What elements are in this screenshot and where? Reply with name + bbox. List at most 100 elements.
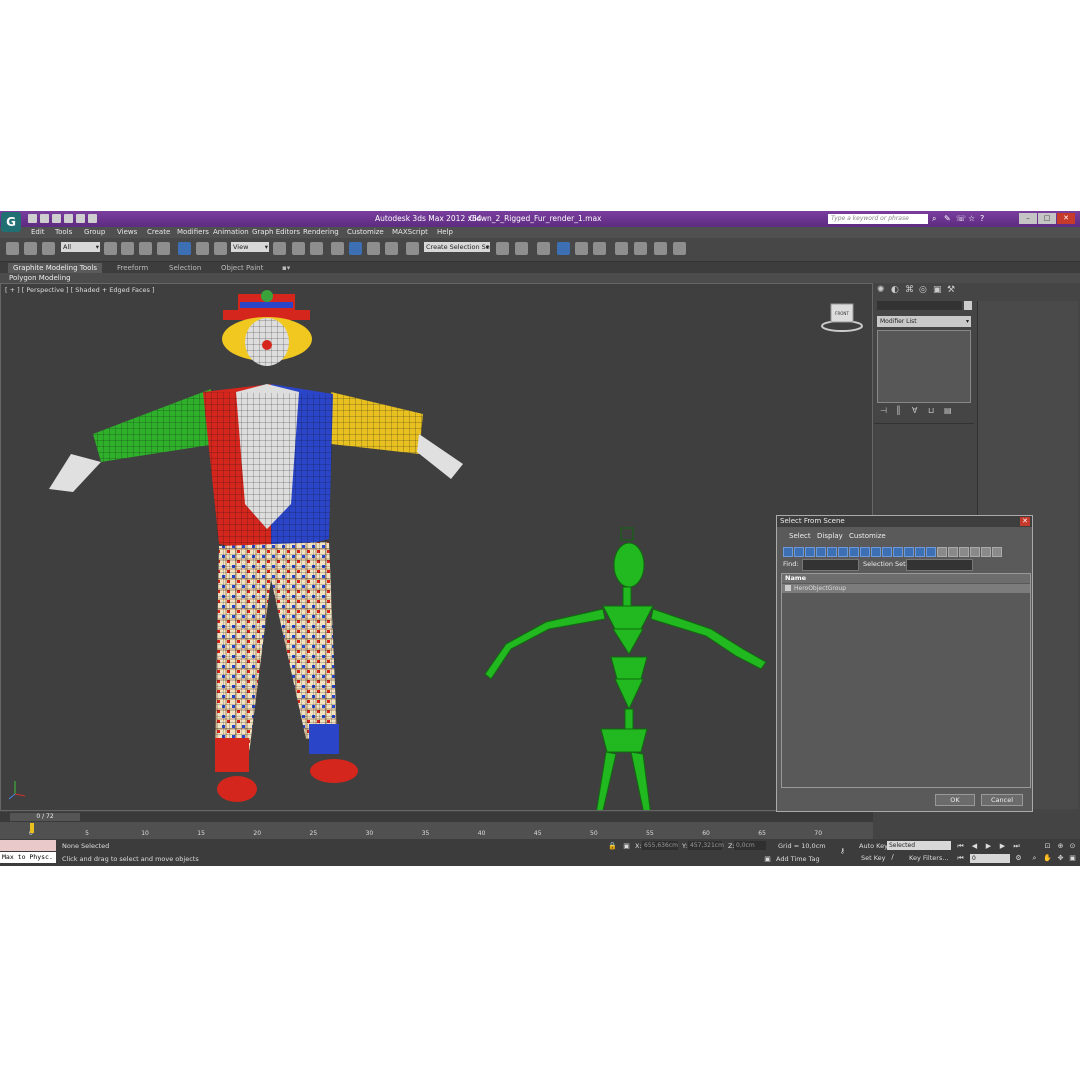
object-name-field[interactable]: [877, 301, 962, 310]
render-teapot-icon[interactable]: [673, 242, 686, 255]
z-coordinate-field[interactable]: 0,0cm: [734, 841, 766, 850]
maxscript-mini-listener[interactable]: Max to Physc.: [0, 852, 56, 863]
tab-selection[interactable]: Selection: [169, 263, 201, 273]
ribbon-options-icon[interactable]: ▪▾: [282, 263, 290, 273]
make-unique-icon[interactable]: ∀: [912, 406, 922, 415]
find-input[interactable]: [802, 559, 859, 571]
project-folder-icon[interactable]: [88, 214, 97, 223]
menu-create[interactable]: Create: [147, 228, 170, 236]
menu-help[interactable]: Help: [437, 228, 453, 236]
motion-tab-icon[interactable]: ◎: [919, 285, 929, 295]
render-setup-icon[interactable]: [634, 242, 647, 255]
field-of-view-icon[interactable]: ⊕: [1056, 842, 1065, 851]
display-children-icon[interactable]: [970, 547, 980, 557]
minimize-button[interactable]: –: [1019, 213, 1037, 224]
viewcube[interactable]: FRONT: [821, 303, 863, 332]
menu-modifiers[interactable]: Modifiers: [177, 228, 209, 236]
unlink-icon[interactable]: [24, 242, 37, 255]
ok-button[interactable]: OK: [935, 794, 975, 806]
graphite-toggle-icon[interactable]: [557, 242, 570, 255]
go-to-start-icon[interactable]: ⏮: [956, 842, 965, 851]
filter-containers-icon[interactable]: [882, 547, 892, 557]
link-icon[interactable]: [6, 242, 19, 255]
track-bar[interactable]: 0 5 10 15 20 25 30 35 40 45 50 55 60 65 70: [0, 822, 873, 839]
utilities-tab-icon[interactable]: ⚒: [947, 285, 957, 295]
menu-maxscript[interactable]: MAXScript: [392, 228, 428, 236]
tab-object-paint[interactable]: Object Paint: [221, 263, 263, 273]
filter-frozen-icon[interactable]: [893, 547, 903, 557]
menu-customize[interactable]: Customize: [347, 228, 384, 236]
key-mode-toggle-icon[interactable]: ⏮: [956, 854, 965, 863]
list-item[interactable]: HeroObjectGroup: [782, 584, 1030, 593]
select-object-icon[interactable]: [104, 242, 117, 255]
subscription-icon[interactable]: ✎: [944, 214, 952, 223]
binoculars-icon[interactable]: ⌕: [932, 214, 940, 223]
select-by-name-icon[interactable]: [121, 242, 134, 255]
walk-through-icon[interactable]: ✥: [1056, 854, 1065, 863]
select-manipulate-icon[interactable]: [292, 242, 305, 255]
snaps-toggle-icon[interactable]: [331, 242, 344, 255]
save-file-icon[interactable]: [52, 214, 61, 223]
tab-freeform[interactable]: Freeform: [117, 263, 148, 273]
key-filter-icon[interactable]: /: [888, 853, 897, 862]
zoom-extents-icon[interactable]: ⊡: [1043, 842, 1052, 851]
filter-spacewarps-icon[interactable]: [838, 547, 848, 557]
percent-snap-icon[interactable]: [367, 242, 380, 255]
set-key-button[interactable]: Set Key: [861, 853, 886, 863]
display-tab-icon[interactable]: ▣: [933, 285, 943, 295]
x-coordinate-field[interactable]: 655,636cm: [642, 841, 678, 850]
named-selection-dropdown[interactable]: Create Selection Se: [424, 242, 490, 252]
name-column-header[interactable]: Name: [782, 574, 1030, 583]
pin-stack-icon[interactable]: ⊣: [880, 406, 890, 415]
object-color-swatch[interactable]: [964, 301, 972, 310]
dialog-close-button[interactable]: ✕: [1020, 517, 1030, 526]
current-frame-field[interactable]: 0: [970, 854, 1010, 863]
modify-tab-icon[interactable]: ◐: [891, 285, 901, 295]
key-filters-button[interactable]: Key Filters...: [909, 853, 949, 863]
mirror-icon[interactable]: [496, 242, 509, 255]
play-icon[interactable]: ▶: [984, 842, 993, 851]
select-all-icon[interactable]: [937, 547, 947, 557]
absolute-mode-icon[interactable]: ▣: [622, 842, 631, 851]
previous-frame-icon[interactable]: ◀: [970, 842, 979, 851]
menu-group[interactable]: Group: [84, 228, 105, 236]
remove-modifier-icon[interactable]: ⊔: [928, 406, 938, 415]
time-slider-frame[interactable]: 0 / 72: [10, 813, 80, 821]
redo-icon[interactable]: [76, 214, 85, 223]
funnel-options-icon[interactable]: [992, 547, 1002, 557]
auto-key-button[interactable]: Auto Key: [859, 841, 888, 851]
next-frame-icon[interactable]: ▶: [998, 842, 1007, 851]
schematic-view-icon[interactable]: [593, 242, 606, 255]
select-scale-icon[interactable]: [214, 242, 227, 255]
keyboard-shortcut-icon[interactable]: [310, 242, 323, 255]
angle-snap-icon[interactable]: [349, 242, 362, 255]
cancel-button[interactable]: Cancel: [981, 794, 1023, 806]
funnel-icon[interactable]: [981, 547, 991, 557]
scene-object-list[interactable]: Name HeroObjectGroup: [781, 573, 1031, 788]
reference-coordinate-dropdown[interactable]: View: [231, 242, 269, 252]
filter-bones-icon[interactable]: [871, 547, 881, 557]
dialog-menu-display[interactable]: Display: [817, 532, 843, 540]
spinner-snap-icon[interactable]: [385, 242, 398, 255]
close-button[interactable]: ✕: [1057, 213, 1075, 224]
modifier-stack[interactable]: [877, 330, 971, 403]
menu-animation[interactable]: Animation: [213, 228, 249, 236]
select-move-icon[interactable]: [178, 242, 191, 255]
perspective-viewport[interactable]: [ + ] [ Perspective ] [ Shaded + Edged F…: [0, 283, 873, 811]
menu-tools[interactable]: Tools: [55, 228, 72, 236]
filter-cameras-icon[interactable]: [816, 547, 826, 557]
maximize-viewport-icon[interactable]: ▣: [1068, 854, 1077, 863]
tab-graphite-modeling-tools[interactable]: Graphite Modeling Tools: [8, 263, 103, 273]
key-mode-dropdown[interactable]: Selected: [887, 841, 951, 850]
create-tab-icon[interactable]: ✺: [877, 285, 887, 295]
modifier-list-dropdown[interactable]: Modifier List: [877, 316, 971, 327]
y-coordinate-field[interactable]: 457,321cm: [688, 841, 724, 850]
filter-inverse-icon[interactable]: [926, 547, 936, 557]
filter-xrefs-icon[interactable]: [860, 547, 870, 557]
select-rotate-icon[interactable]: [196, 242, 209, 255]
dialog-menu-customize[interactable]: Customize: [849, 532, 886, 540]
search-input[interactable]: Type a keyword or phrase: [828, 214, 928, 224]
time-configuration-icon[interactable]: ⚙: [1014, 854, 1023, 863]
menu-graph-editors[interactable]: Graph Editors: [252, 228, 300, 236]
material-editor-icon[interactable]: [615, 242, 628, 255]
